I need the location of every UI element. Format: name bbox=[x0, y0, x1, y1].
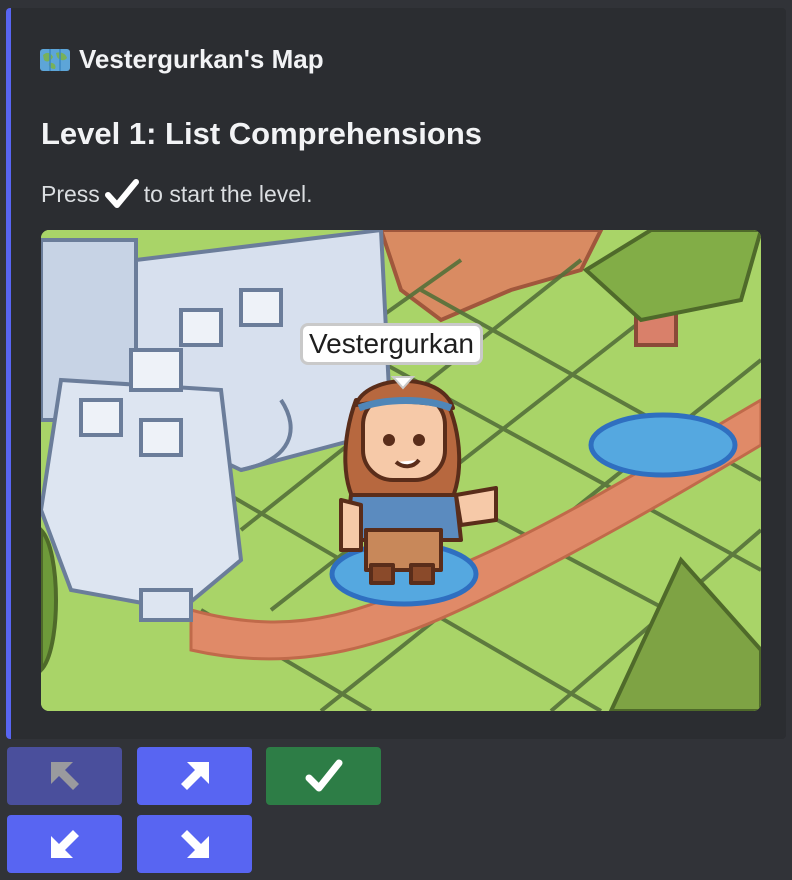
embed-author: Vestergurkan's Map bbox=[39, 44, 324, 75]
check-mark-icon bbox=[104, 177, 140, 211]
map-scene bbox=[41, 230, 761, 711]
start-level-button[interactable] bbox=[266, 747, 381, 805]
check-mark-icon bbox=[305, 759, 342, 792]
arrow-up-right-icon bbox=[180, 762, 209, 790]
map-image[interactable]: Vestergurkan bbox=[41, 230, 761, 711]
embed-title: Level 1: List Comprehensions bbox=[41, 116, 482, 151]
move-down-right-button[interactable] bbox=[137, 815, 252, 873]
arrow-down-left-icon bbox=[50, 830, 79, 858]
arrow-down-right-icon bbox=[180, 830, 209, 858]
move-up-left-button[interactable] bbox=[7, 747, 122, 805]
description-text-before: Press bbox=[41, 180, 100, 207]
player-name-tag: Vestergurkan bbox=[300, 323, 483, 365]
arrow-up-left-icon bbox=[50, 762, 79, 790]
embed-author-name: Vestergurkan's Map bbox=[79, 44, 324, 74]
world-map-icon bbox=[39, 47, 71, 73]
description-text-after: to start the level. bbox=[143, 180, 313, 207]
embed-description: Press to start the level. bbox=[41, 177, 313, 211]
move-up-right-button[interactable] bbox=[137, 747, 252, 805]
move-down-left-button[interactable] bbox=[7, 815, 122, 873]
embed-card: Vestergurkan's Map Level 1: List Compreh… bbox=[6, 8, 786, 739]
